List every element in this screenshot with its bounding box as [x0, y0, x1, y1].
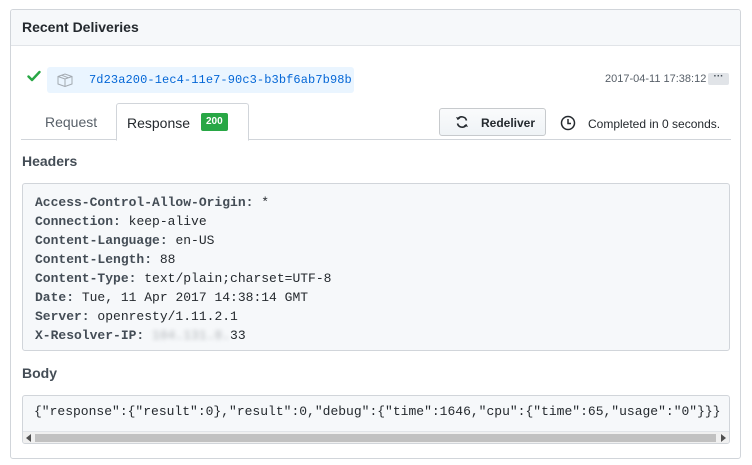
tab-response[interactable]: Response 200	[116, 103, 249, 141]
header-line: Date: Tue, 11 Apr 2017 14:38:14 GMT	[35, 290, 309, 305]
header-line: Connection: keep-alive	[35, 214, 207, 229]
delivery-menu-button[interactable]: ···	[708, 72, 729, 85]
horizontal-scrollbar[interactable]	[23, 431, 729, 443]
tab-response-label: Response	[127, 115, 191, 131]
delivery-guid-link[interactable]: 7d23a200-1ec4-11e7-90c3-b3bf6ab7b98b	[47, 67, 354, 93]
header-line: Content-Type: text/plain;charset=UTF-8	[35, 271, 332, 286]
redeliver-button[interactable]: Redeliver	[439, 108, 546, 136]
panel-title: Recent Deliveries	[22, 19, 139, 35]
body-title: Body	[22, 365, 57, 381]
scroll-right-arrow-icon[interactable]	[721, 434, 726, 442]
redeliver-label: Redeliver	[481, 116, 536, 130]
scrollbar-thumb[interactable]	[35, 434, 716, 442]
header-line: Content-Language: en-US	[35, 233, 215, 248]
header-line: X-Resolver-IP: 104.131.8.33	[35, 328, 246, 343]
status-badge: 200	[201, 113, 228, 131]
header-line: Content-Length: 88	[35, 252, 176, 267]
delivery-timestamp: 2017-04-11 17:38:12	[605, 73, 707, 85]
package-icon	[57, 73, 73, 87]
recent-deliveries-panel: Recent Deliveries 7d23a200-1ec4-11e7-90c…	[10, 9, 741, 459]
delivery-guid: 7d23a200-1ec4-11e7-90c3-b3bf6ab7b98b	[89, 73, 352, 87]
sync-icon	[456, 116, 468, 128]
redacted-ip: 104.131.8.	[152, 328, 231, 343]
clock-icon	[560, 115, 576, 131]
scroll-left-arrow-icon[interactable]	[26, 434, 31, 442]
header-line: Server: openresty/1.11.2.1	[35, 309, 238, 324]
response-body: {"response":{"result":0},"result":0,"deb…	[34, 404, 721, 419]
panel-header: Recent Deliveries	[11, 10, 740, 46]
tab-request[interactable]: Request	[45, 103, 97, 140]
tab-request-label: Request	[45, 114, 98, 130]
check-icon	[27, 70, 41, 82]
headers-title: Headers	[22, 153, 78, 169]
body-block: {"response":{"result":0},"result":0,"deb…	[22, 395, 730, 444]
headers-block: Access-Control-Allow-Origin: * Connectio…	[22, 183, 730, 351]
completed-duration: Completed in 0 seconds.	[588, 117, 721, 131]
header-line: Access-Control-Allow-Origin: *	[35, 195, 270, 210]
